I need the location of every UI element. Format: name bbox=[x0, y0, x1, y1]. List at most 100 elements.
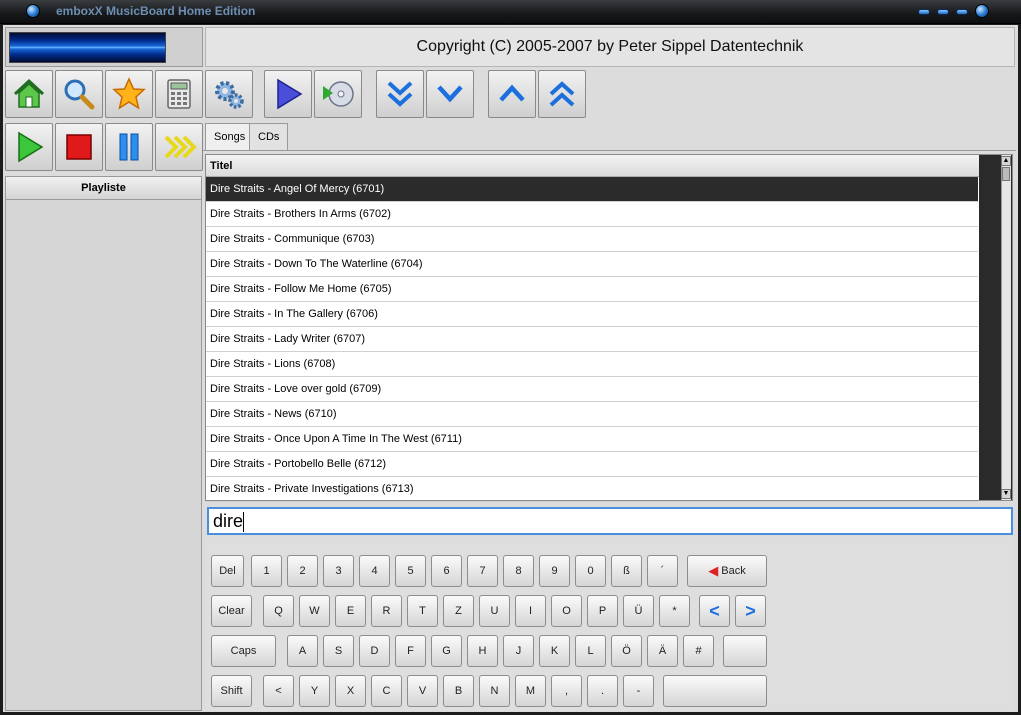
song-row[interactable]: Dire Straits - Love over gold (6709) bbox=[206, 377, 978, 402]
calculator-button[interactable] bbox=[155, 70, 203, 118]
key-row3-5[interactable]: H bbox=[467, 635, 498, 667]
key-row4-7[interactable]: M bbox=[515, 675, 546, 707]
scrollbar-thumb[interactable] bbox=[1002, 167, 1010, 181]
del-key[interactable]: Del bbox=[211, 555, 244, 587]
key-row3-1[interactable]: S bbox=[323, 635, 354, 667]
scroll-up-arrow-icon[interactable]: ▲ bbox=[1001, 156, 1011, 166]
key-row3-6[interactable]: J bbox=[503, 635, 534, 667]
song-row[interactable]: Dire Straits - Once Upon A Time In The W… bbox=[206, 427, 978, 452]
song-row[interactable]: Dire Straits - Down To The Waterline (67… bbox=[206, 252, 978, 277]
line-down-button[interactable] bbox=[426, 70, 474, 118]
song-row[interactable]: Dire Straits - Follow Me Home (6705) bbox=[206, 277, 978, 302]
key-row2-1[interactable]: W bbox=[299, 595, 330, 627]
caps-key[interactable]: Caps bbox=[211, 635, 276, 667]
key-row3-2[interactable]: D bbox=[359, 635, 390, 667]
line-up-button[interactable] bbox=[488, 70, 536, 118]
key-row3-4[interactable]: G bbox=[431, 635, 462, 667]
stop-button[interactable] bbox=[55, 123, 103, 171]
song-row[interactable]: Dire Straits - In The Gallery (6706) bbox=[206, 302, 978, 327]
key-row2-10[interactable]: Ü bbox=[623, 595, 654, 627]
scroll-down-arrow-icon[interactable]: ▼ bbox=[1001, 489, 1011, 499]
song-row[interactable]: Dire Straits - Private Investigations (6… bbox=[206, 477, 978, 502]
key-row1-7[interactable]: 8 bbox=[503, 555, 534, 587]
search-input[interactable]: dire bbox=[207, 507, 1013, 535]
key-row4-4[interactable]: V bbox=[407, 675, 438, 707]
key-row4-0[interactable]: < bbox=[263, 675, 294, 707]
key-row3-9[interactable]: Ö bbox=[611, 635, 642, 667]
home-button[interactable] bbox=[5, 70, 53, 118]
key-row4-1[interactable]: Y bbox=[299, 675, 330, 707]
key-row1-0[interactable]: 1 bbox=[251, 555, 282, 587]
key-row4-2[interactable]: X bbox=[335, 675, 366, 707]
close-orb-icon[interactable] bbox=[975, 4, 989, 18]
cursor-left-key[interactable]: < bbox=[699, 595, 730, 627]
key-row1-3[interactable]: 4 bbox=[359, 555, 390, 587]
page-up-button[interactable] bbox=[538, 70, 586, 118]
pause-button[interactable] bbox=[105, 123, 153, 171]
app-orb-icon[interactable] bbox=[26, 4, 40, 18]
song-list[interactable]: Titel Dire Straits - Angel Of Mercy (670… bbox=[205, 154, 1013, 502]
backspace-key[interactable]: ◀ Back bbox=[687, 555, 767, 587]
song-row[interactable]: Dire Straits - Communique (6703) bbox=[206, 227, 978, 252]
key-row3-8[interactable]: L bbox=[575, 635, 606, 667]
key-row3-0[interactable]: A bbox=[287, 635, 318, 667]
scrollbar-track[interactable] bbox=[1001, 155, 1011, 500]
key-row4-10[interactable]: - bbox=[623, 675, 654, 707]
song-row[interactable]: Dire Straits - Angel Of Mercy (6701) bbox=[206, 177, 978, 202]
key-row2-9[interactable]: P bbox=[587, 595, 618, 627]
key-row1-10[interactable]: ß bbox=[611, 555, 642, 587]
key-row1-9[interactable]: 0 bbox=[575, 555, 606, 587]
song-row[interactable]: Dire Straits - Portobello Belle (6712) bbox=[206, 452, 978, 477]
key-row4-9[interactable]: . bbox=[587, 675, 618, 707]
key-row2-5[interactable]: Z bbox=[443, 595, 474, 627]
blank-key[interactable] bbox=[723, 635, 767, 667]
search-button[interactable] bbox=[55, 70, 103, 118]
key-row2-0[interactable]: Q bbox=[263, 595, 294, 627]
song-list-scrollbar[interactable]: ▲ ▼ bbox=[979, 155, 1012, 500]
play-cd-button[interactable] bbox=[314, 70, 362, 118]
key-row1-4[interactable]: 5 bbox=[395, 555, 426, 587]
key-row3-3[interactable]: F bbox=[395, 635, 426, 667]
song-row[interactable]: Dire Straits - News (6710) bbox=[206, 402, 978, 427]
minimize-icon[interactable] bbox=[918, 9, 930, 15]
restore-icon[interactable] bbox=[937, 9, 949, 15]
key-row4-3[interactable]: C bbox=[371, 675, 402, 707]
tab-songs[interactable]: Songs bbox=[205, 123, 255, 150]
key-row1-1[interactable]: 2 bbox=[287, 555, 318, 587]
key-row2-4[interactable]: T bbox=[407, 595, 438, 627]
key-row2-11[interactable]: * bbox=[659, 595, 690, 627]
cursor-right-key[interactable]: > bbox=[735, 595, 766, 627]
clear-key[interactable]: Clear bbox=[211, 595, 252, 627]
space-key[interactable] bbox=[663, 675, 767, 707]
play-button[interactable] bbox=[5, 123, 53, 171]
song-row[interactable]: Dire Straits - Lady Writer (6707) bbox=[206, 327, 978, 352]
tab-cds[interactable]: CDs bbox=[249, 123, 289, 150]
key-row2-7[interactable]: I bbox=[515, 595, 546, 627]
settings-button[interactable] bbox=[205, 70, 253, 118]
key-row1-8[interactable]: 9 bbox=[539, 555, 570, 587]
playlist-panel[interactable]: Playliste bbox=[5, 176, 202, 711]
song-row[interactable]: Dire Straits - Lions (6708) bbox=[206, 352, 978, 377]
song-row[interactable]: Dire Straits - Brothers In Arms (6702) bbox=[206, 202, 978, 227]
key-row1-2[interactable]: 3 bbox=[323, 555, 354, 587]
shift-key[interactable]: Shift bbox=[211, 675, 252, 707]
key-row4-5[interactable]: B bbox=[443, 675, 474, 707]
key-row1-5[interactable]: 6 bbox=[431, 555, 462, 587]
key-row2-2[interactable]: E bbox=[335, 595, 366, 627]
key-row3-7[interactable]: K bbox=[539, 635, 570, 667]
column-header-title[interactable]: Titel bbox=[206, 155, 1012, 177]
key-row3-11[interactable]: # bbox=[683, 635, 714, 667]
favorites-button[interactable] bbox=[105, 70, 153, 118]
play-list-button[interactable] bbox=[264, 70, 312, 118]
key-row1-6[interactable]: 7 bbox=[467, 555, 498, 587]
key-row4-6[interactable]: N bbox=[479, 675, 510, 707]
page-down-button[interactable] bbox=[376, 70, 424, 118]
key-row2-6[interactable]: U bbox=[479, 595, 510, 627]
key-row4-8[interactable]: , bbox=[551, 675, 582, 707]
key-row1-11[interactable]: ´ bbox=[647, 555, 678, 587]
key-row2-3[interactable]: R bbox=[371, 595, 402, 627]
fast-forward-button[interactable] bbox=[155, 123, 203, 171]
key-row2-8[interactable]: O bbox=[551, 595, 582, 627]
maximize-icon[interactable] bbox=[956, 9, 968, 15]
key-row3-10[interactable]: Ä bbox=[647, 635, 678, 667]
